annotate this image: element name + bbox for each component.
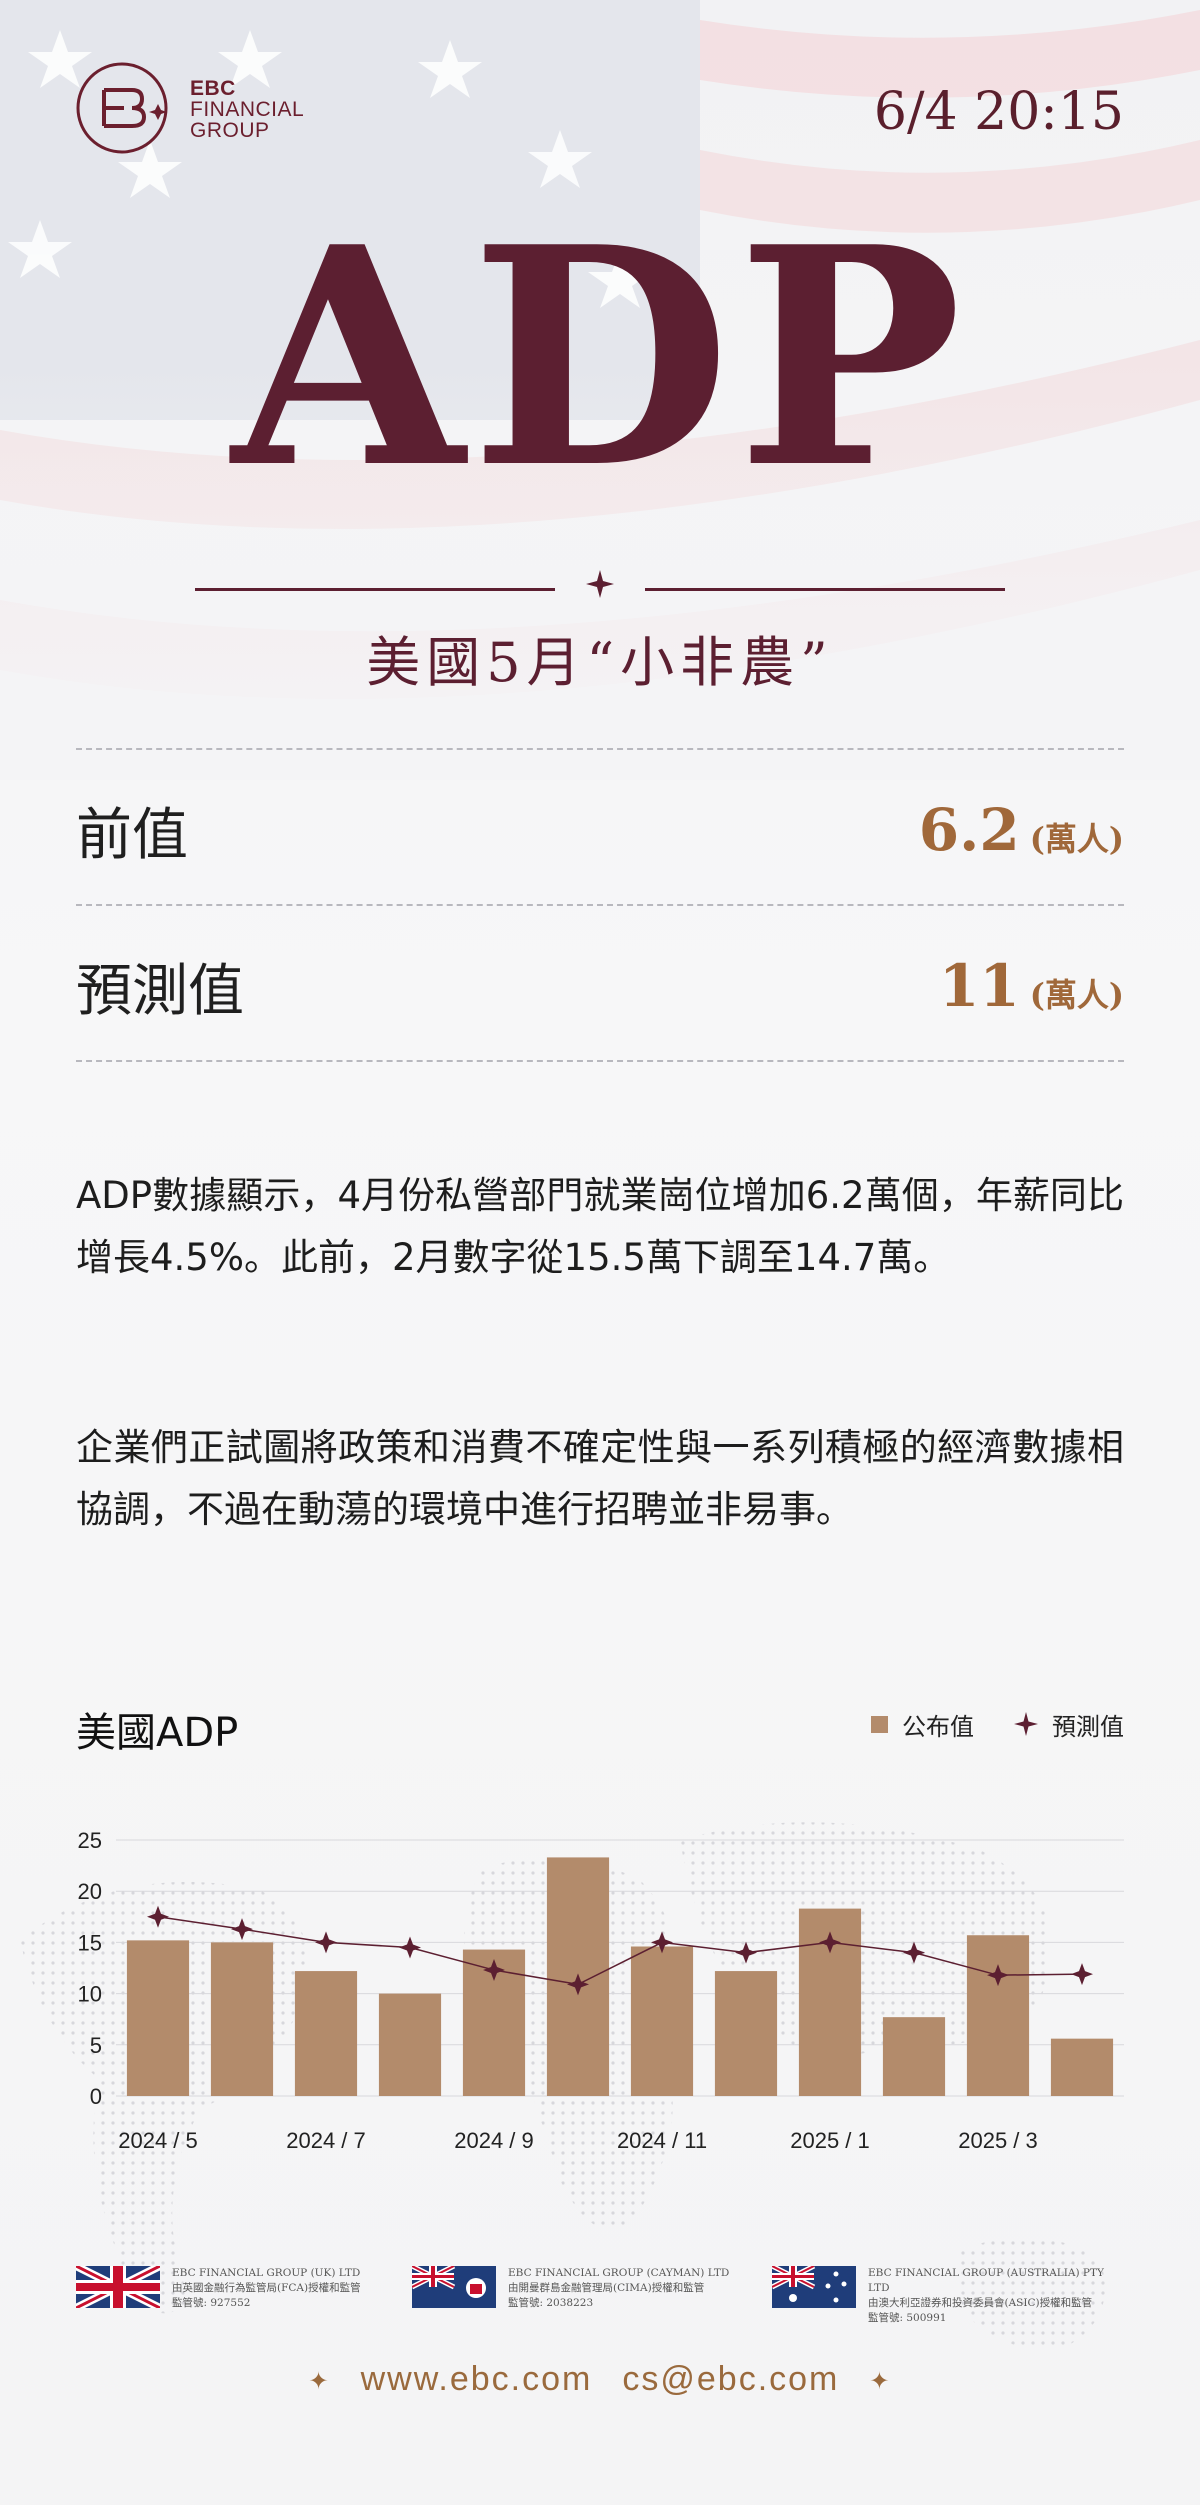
entity-regulator: 由英國金融行為監管局(FCA)授權和監管: [172, 2282, 361, 2294]
contact-bar: ✦ www.ebc.com cs@ebc.com ✦: [0, 2360, 1200, 2399]
bar-2024/8: [378, 1993, 442, 2096]
forecast-value: 11 (萬人): [939, 952, 1124, 1020]
bar-2025/2: [882, 2017, 946, 2096]
entity-license: 監管號: 2038223: [508, 2297, 594, 2309]
y-tick-label: 5: [90, 2033, 102, 2058]
brand-line-1: EBC: [190, 77, 236, 100]
y-tick-label: 10: [78, 1982, 102, 2007]
forecast-point-2024/6: [231, 1918, 253, 1941]
forecast-point-2024/5: [147, 1905, 169, 1928]
ebc-logo: EBC FINANCIAL GROUP: [76, 60, 336, 160]
email-link[interactable]: cs@ebc.com: [622, 2360, 839, 2398]
sparkle-icon: ✦: [308, 2367, 331, 2395]
forecast-point-2024/12: [735, 1941, 757, 1964]
bar-2024/5: [126, 1940, 190, 2096]
forecast-point-2024/7: [315, 1931, 337, 1954]
brand-line-2: FINANCIAL: [190, 98, 305, 121]
title-divider-right: [645, 588, 1005, 591]
entity-license: 監管號: 927552: [172, 2297, 251, 2309]
previous-value: 6.2 (萬人): [919, 796, 1124, 864]
x-tick-label: 2025 / 3: [958, 2128, 1038, 2153]
body-paragraph-1: ADP數據顯示，4月份私營部門就業崗位增加6.2萬個，年薪同比增長4.5%。此前…: [76, 1174, 1124, 1279]
legend-forecast-label: 預測值: [1052, 1712, 1124, 1741]
bar-2024/11: [630, 1946, 694, 2096]
y-tick-label: 25: [78, 1828, 102, 1853]
bar-2025/3: [966, 1935, 1030, 2096]
website-link[interactable]: www.ebc.com: [361, 2360, 593, 2398]
page-subtitle: 美國5月“小非農”: [366, 631, 834, 694]
x-tick-label: 2024 / 9: [454, 2128, 534, 2153]
footer-entity-text: EBC FINANCIAL GROUP (UK) LTD 由英國金融行為監管局(…: [172, 2266, 432, 2311]
adp-chart: 0 5 10 15 20 25 2024 / 5 2024 / 7 2024 / 9 2024 /…: [78, 1828, 1124, 2153]
y-tick-label: 20: [78, 1879, 102, 1904]
sparkle-icon: ✦: [869, 2367, 892, 2395]
divider: [76, 904, 1124, 906]
x-tick-label: 2025 / 1: [790, 2128, 870, 2153]
bar-2024/6: [210, 1942, 274, 2096]
entity-regulator: 由澳大利亞證券和投資委員會(ASIC)授權和監管: [868, 2297, 1093, 2309]
forecast-point-2024/8: [399, 1936, 421, 1959]
chart-legend: 公布值 預測值: [831, 1704, 1124, 1744]
previous-value-label: 前值: [76, 803, 188, 868]
x-tick-label: 2024 / 11: [617, 2128, 707, 2153]
entity-name: EBC FINANCIAL GROUP (AUSTRALIA) PTY LTD: [868, 2267, 1104, 2294]
footer-entity-text: EBC FINANCIAL GROUP (AUSTRALIA) PTY LTD …: [868, 2266, 1128, 2326]
forecast-value-unit: (萬人): [1029, 976, 1124, 1014]
x-tick-label: 2024 / 7: [286, 2128, 366, 2153]
legend-item-actual: 公布值: [871, 1707, 974, 1742]
chart-title: 美國ADP: [76, 1710, 239, 1756]
australia-flag-icon: [772, 2266, 856, 2308]
forecast-value-number: 11: [938, 952, 1020, 1020]
divider: [76, 1060, 1124, 1062]
page-title: ADP: [231, 181, 969, 534]
cayman-flag-icon: [412, 2266, 496, 2308]
x-tick-label: 2024 / 5: [118, 2128, 198, 2153]
title-divider-left: [195, 588, 555, 591]
legend-item-forecast: 預測值: [1014, 1707, 1124, 1742]
entity-license: 監管號: 500991: [868, 2312, 947, 2324]
footer-entity-text: EBC FINANCIAL GROUP (CAYMAN) LTD 由開曼群島金融…: [508, 2266, 768, 2311]
previous-value-unit: (萬人): [1029, 820, 1124, 858]
body-paragraph-2: 企業們正試圖將政策和消費不確定性與一系列積極的經濟數據相協調，不過在動蕩的環境中…: [76, 1426, 1124, 1531]
legend-actual-label: 公布值: [902, 1712, 974, 1741]
y-tick-label: 15: [78, 1930, 102, 1955]
ebc-logo-mark-icon: [76, 62, 168, 154]
y-tick-label: 0: [90, 2084, 102, 2109]
legend-bar-swatch: [871, 1715, 888, 1733]
bar-2024/7: [294, 1971, 358, 2096]
legend-star-marker-icon: [1014, 1712, 1038, 1736]
forecast-point-2025/4: [1071, 1963, 1093, 1986]
brand-name: EBC FINANCIAL GROUP: [190, 78, 304, 141]
uk-flag-icon: [76, 2266, 160, 2308]
bar-2024/12: [714, 1971, 778, 2096]
brand-line-3: GROUP: [190, 119, 270, 142]
forecast-value-label: 預測值: [76, 959, 244, 1024]
entity-regulator: 由開曼群島金融管理局(CIMA)授權和監管: [508, 2282, 705, 2294]
release-datetime: 6/4 20:15: [873, 82, 1124, 142]
divider: [76, 748, 1124, 750]
bar-2025/4: [1050, 2038, 1114, 2096]
sparkle-icon: [586, 570, 614, 598]
entity-name: EBC FINANCIAL GROUP (CAYMAN) LTD: [508, 2267, 730, 2279]
entity-name: EBC FINANCIAL GROUP (UK) LTD: [172, 2267, 361, 2279]
forecast-point-2025/2: [903, 1941, 925, 1964]
previous-value-number: 6.2: [918, 796, 1020, 864]
